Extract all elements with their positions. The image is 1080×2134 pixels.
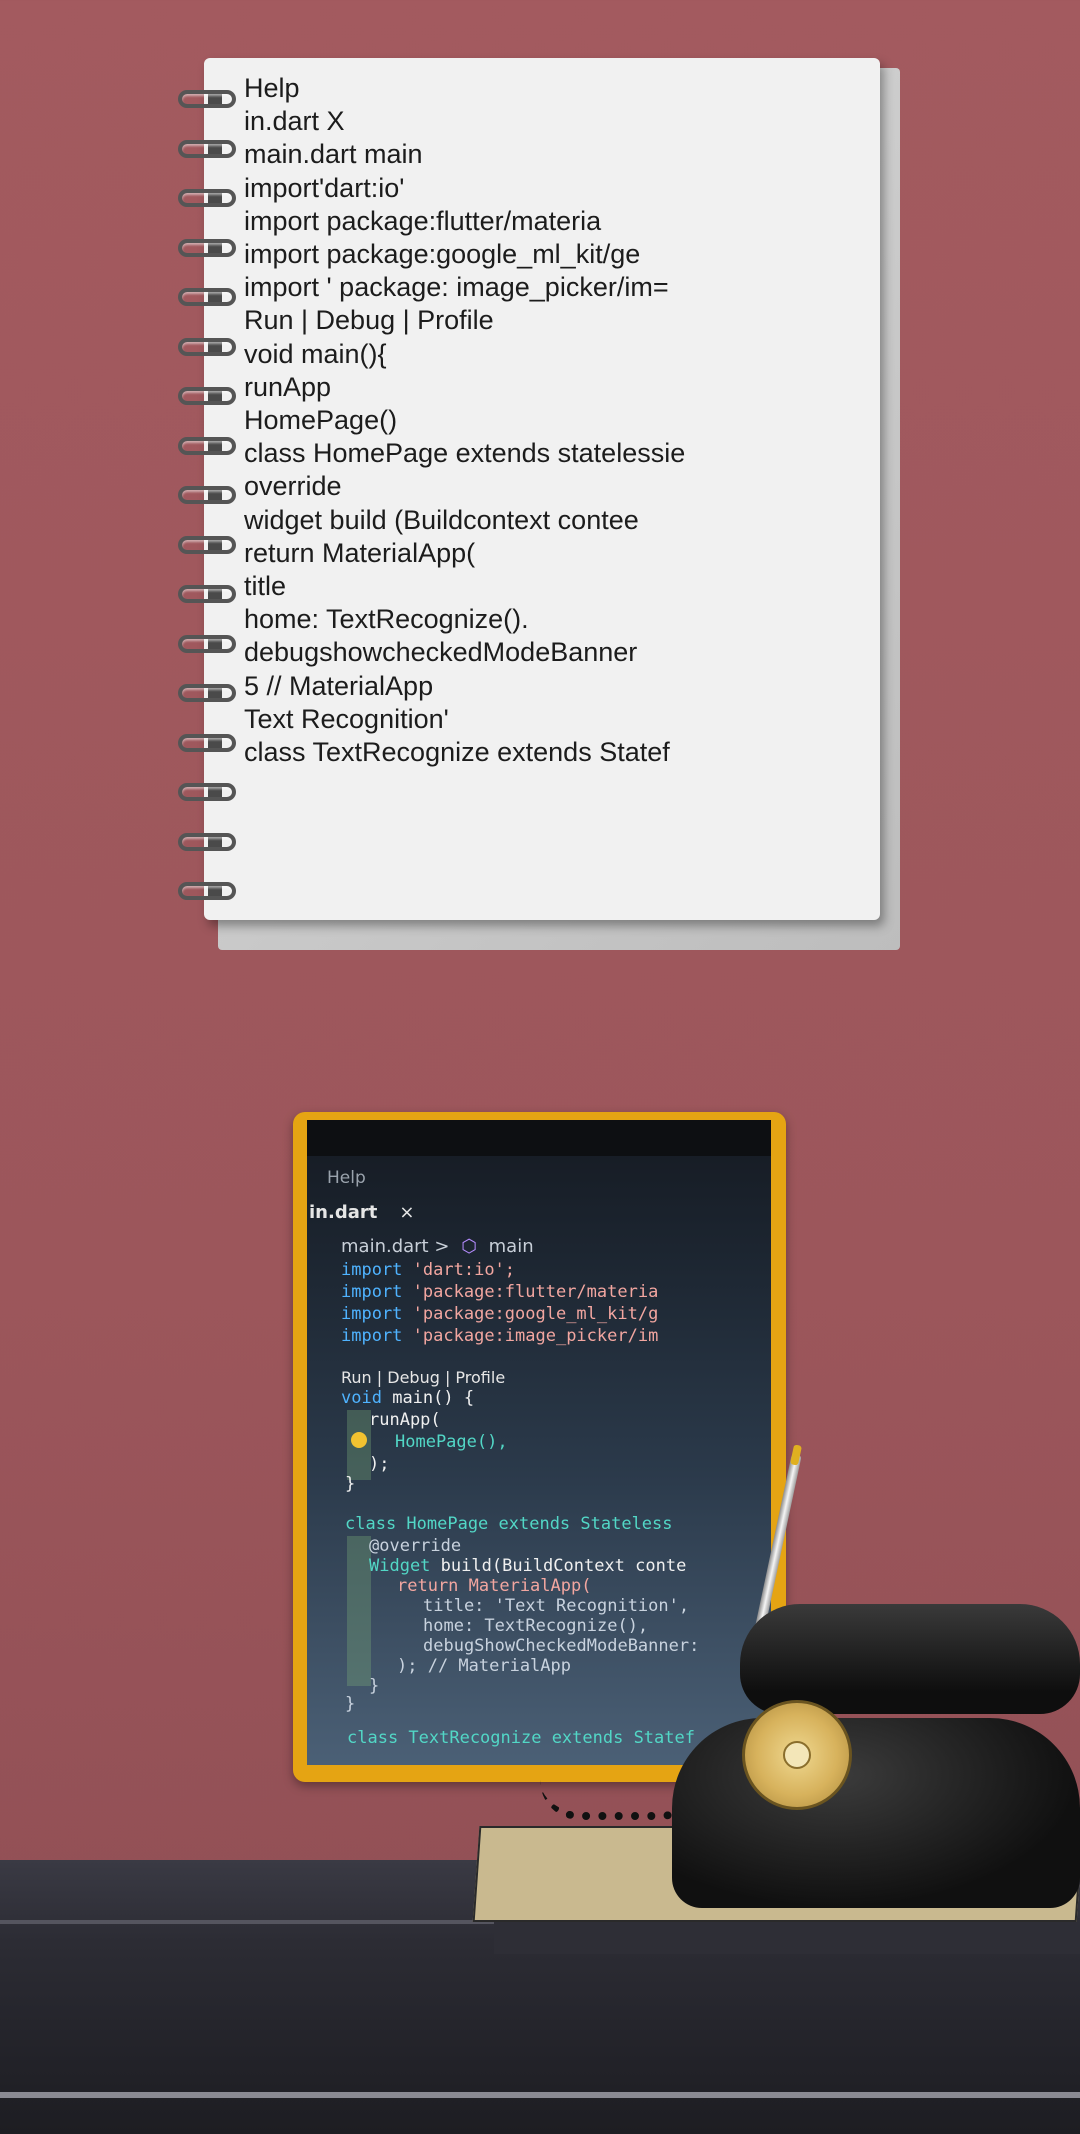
code-debug-banner: debugShowCheckedModeBanner: [423,1636,700,1656]
text-line: home: TextRecognize(). [244,604,529,635]
spiral-ring [178,429,238,463]
spiral-ring [178,330,238,364]
text-line: Help [244,73,300,103]
code-import-1: import 'dart:io'; [341,1260,516,1280]
spiral-ring [178,478,238,512]
telephone-body [672,1718,1080,1908]
code-import-4: import 'package:image_picker/im [341,1326,659,1346]
spiral-ring [178,280,238,314]
spiral-ring [178,627,238,661]
monitor-bezel [307,1120,771,1156]
text-line: import package:flutter/materia [244,205,602,236]
chevron-right-icon: > [434,1236,450,1257]
text-line: Run | Debug | Profile [244,305,494,336]
text-line: void main(){ [244,338,387,369]
code-end-app: ); // MaterialApp [397,1656,571,1676]
breadcrumb: main.dart > ⬡ main [341,1236,534,1257]
spiral-ring [178,132,238,166]
text-line: return MaterialApp( [244,537,476,568]
code-build: Widget build(BuildContext conte [369,1556,687,1576]
breadcrumb-symbol: main [488,1236,534,1257]
spiral-ring [178,379,238,413]
text-line: runApp [244,371,332,402]
code-homepage: HomePage(), [395,1432,508,1452]
text-line: import'dart:io' [244,172,405,203]
text-line: import ' package: image_picker/im= [244,272,669,303]
menu-help: Help [327,1168,366,1188]
text-line: Text Recognition' [244,703,449,734]
text-line: main.dart main [244,139,423,170]
editor-tab: in.dart × [309,1202,414,1223]
recognized-text[interactable]: Help in.dart Xmain.dart main import'dart:i… [244,72,864,769]
code-brace-3: } [345,1694,356,1714]
spiral-ring [178,231,238,265]
spiral-ring [178,825,238,859]
code-runapp: runApp( [369,1410,441,1430]
spiral-ring [178,874,238,908]
text-line: title [244,571,287,602]
code-brace-2: } [369,1676,380,1696]
text-line: debugshowcheckedModeBanner [244,637,638,668]
code-override: @override [369,1536,462,1556]
code-import-3: import 'package:google_ml_kit/g [341,1304,659,1324]
text-line: HomePage() [244,405,398,436]
book-base [494,1918,1080,1954]
code-title: title: 'Text Recognition', [423,1596,690,1616]
tab-label: in.dart [309,1202,378,1223]
spiral-ring [178,577,238,611]
lightbulb-icon [351,1432,367,1448]
text-line: widget build (Buildcontext contee [244,504,639,535]
text-line: import package:google_ml_kit/ge [244,239,641,270]
close-icon: × [399,1202,415,1223]
spiral-ring [178,82,238,116]
spiral-ring [178,181,238,215]
code-return: return MaterialApp( [397,1576,592,1596]
photo-frame[interactable]: Help in.dart × main.dart > ⬡ main import … [293,1112,786,1782]
text-line: in.dart X [244,106,345,137]
indent-guide-2 [347,1536,371,1686]
rotary-dial [742,1700,852,1810]
telephone-handset [740,1604,1080,1714]
code-close-paren: ); [369,1454,390,1474]
spiral-ring [178,726,238,760]
code-class-textrecognize: class TextRecognize extends Statef [347,1728,695,1748]
code-photo: Help in.dart × main.dart > ⬡ main import … [307,1120,771,1765]
spiral-ring [178,528,238,562]
code-class-homepage: class HomePage extends Stateless [345,1514,673,1534]
text-line: class TextRecognize extends Statef [244,737,670,768]
spiral-ring [178,775,238,809]
code-main: void main() { [341,1388,475,1408]
cube-icon: ⬡ [461,1236,477,1257]
text-line: override [244,471,342,502]
text-line: class HomePage extends statelessie [244,438,686,469]
code-close-brace: } [345,1474,356,1494]
spiral-ring [178,676,238,710]
notebook-spiral [178,82,240,900]
dial-center [783,1741,811,1769]
code-import-2: import 'package:flutter/materia [341,1282,659,1302]
shelf-edge-bottom [0,2092,1080,2098]
run-debug-links: Run | Debug | Profile [341,1368,506,1387]
code-home: home: TextRecognize(), [423,1616,649,1636]
text-line: 5 // MaterialApp [244,670,434,701]
breadcrumb-file: main.dart [341,1236,429,1257]
